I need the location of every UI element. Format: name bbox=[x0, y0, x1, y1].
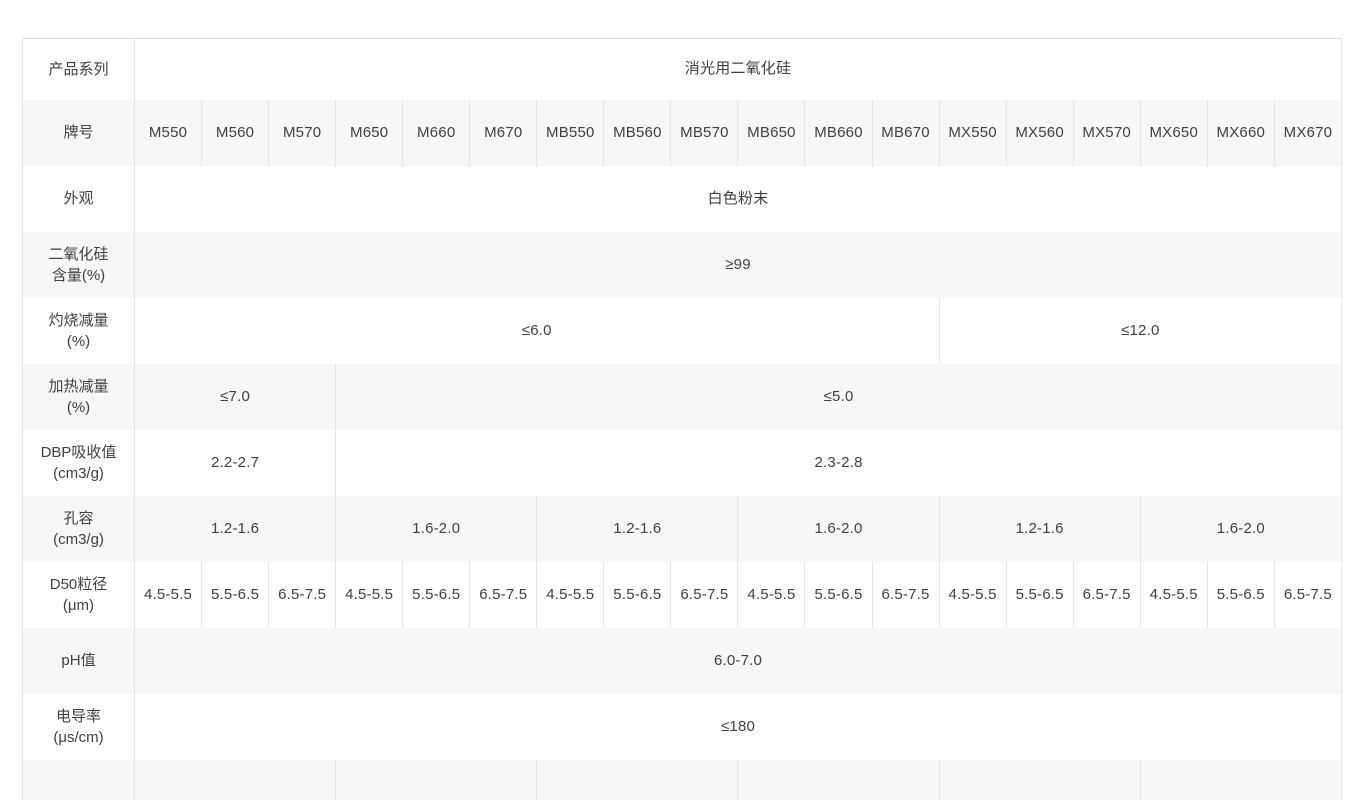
spec-row: 灼烧减量 (%)≤6.0≤12.0 bbox=[23, 298, 1342, 364]
spec-cell: 1.2-1.6 bbox=[537, 496, 738, 562]
spec-cell bbox=[537, 760, 738, 800]
grade-cell: MX670 bbox=[1274, 100, 1341, 166]
spec-cell: 6.5-7.5 bbox=[872, 562, 939, 628]
grade-cell: M550 bbox=[135, 100, 202, 166]
spec-row: 产品系列消光用二氧化硅 bbox=[23, 39, 1342, 100]
spec-cell bbox=[135, 760, 336, 800]
spec-row: 牌号M550M560M570M650M660M670MB550MB560MB57… bbox=[23, 100, 1342, 166]
grade-cell: MB650 bbox=[738, 100, 805, 166]
spec-row: pH值6.0-7.0 bbox=[23, 628, 1342, 694]
spec-row: 外观白色粉末 bbox=[23, 166, 1342, 232]
spec-cell: 5.5-6.5 bbox=[1207, 562, 1274, 628]
spec-cell: 1.6-2.0 bbox=[738, 496, 939, 562]
spec-cell: 5.5-6.5 bbox=[604, 562, 671, 628]
grade-cell: M560 bbox=[202, 100, 269, 166]
row-label: D50粒径 (μm) bbox=[23, 562, 135, 628]
spec-cell: 5.5-6.5 bbox=[1006, 562, 1073, 628]
spec-cell: 4.5-5.5 bbox=[537, 562, 604, 628]
grade-cell: MX660 bbox=[1207, 100, 1274, 166]
row-label bbox=[23, 760, 135, 800]
spec-cell: ≤180 bbox=[135, 694, 1342, 760]
spec-cell: ≤6.0 bbox=[135, 298, 940, 364]
spec-row: 孔容 (cm3/g)1.2-1.61.6-2.01.2-1.61.6-2.01.… bbox=[23, 496, 1342, 562]
spec-cell: 2.2-2.7 bbox=[135, 430, 336, 496]
spec-row: DBP吸收值 (cm3/g)2.2-2.72.3-2.8 bbox=[23, 430, 1342, 496]
spec-cell: ≤12.0 bbox=[939, 298, 1341, 364]
grade-cell: MX560 bbox=[1006, 100, 1073, 166]
grade-cell: M650 bbox=[336, 100, 403, 166]
spec-cell: 4.5-5.5 bbox=[336, 562, 403, 628]
spec-cell bbox=[1140, 760, 1341, 800]
spec-cell bbox=[939, 760, 1140, 800]
spec-cell: 2.3-2.8 bbox=[336, 430, 1342, 496]
grade-cell: M670 bbox=[470, 100, 537, 166]
spec-cell: 1.2-1.6 bbox=[939, 496, 1140, 562]
spec-cell: ≤5.0 bbox=[336, 364, 1342, 430]
row-label: 外观 bbox=[23, 166, 135, 232]
spec-cell: 5.5-6.5 bbox=[403, 562, 470, 628]
grade-cell: MB550 bbox=[537, 100, 604, 166]
spec-row bbox=[23, 760, 1342, 800]
spec-cell: 4.5-5.5 bbox=[135, 562, 202, 628]
grade-cell: MB560 bbox=[604, 100, 671, 166]
row-label: 二氧化硅 含量(%) bbox=[23, 232, 135, 298]
spec-cell: 6.5-7.5 bbox=[1073, 562, 1140, 628]
row-label: DBP吸收值 (cm3/g) bbox=[23, 430, 135, 496]
row-label: 加热减量 (%) bbox=[23, 364, 135, 430]
spec-row: 二氧化硅 含量(%)≥99 bbox=[23, 232, 1342, 298]
spec-row: 加热减量 (%)≤7.0≤5.0 bbox=[23, 364, 1342, 430]
spec-cell: 6.5-7.5 bbox=[269, 562, 336, 628]
spec-cell: 消光用二氧化硅 bbox=[135, 39, 1342, 100]
spec-cell: 6.5-7.5 bbox=[470, 562, 537, 628]
grade-cell: MB570 bbox=[671, 100, 738, 166]
spec-cell: 6.0-7.0 bbox=[135, 628, 1342, 694]
spec-cell: 4.5-5.5 bbox=[1140, 562, 1207, 628]
spec-cell: 4.5-5.5 bbox=[939, 562, 1006, 628]
spec-cell: 1.6-2.0 bbox=[336, 496, 537, 562]
spec-cell: 6.5-7.5 bbox=[1274, 562, 1341, 628]
spec-cell: 6.5-7.5 bbox=[671, 562, 738, 628]
grade-cell: M570 bbox=[269, 100, 336, 166]
spec-cell: 1.2-1.6 bbox=[135, 496, 336, 562]
row-label: 孔容 (cm3/g) bbox=[23, 496, 135, 562]
product-spec-table: 产品系列消光用二氧化硅牌号M550M560M570M650M660M670MB5… bbox=[22, 38, 1342, 800]
grade-cell: MB660 bbox=[805, 100, 872, 166]
grade-cell: M660 bbox=[403, 100, 470, 166]
row-label: 牌号 bbox=[23, 100, 135, 166]
grade-cell: MX550 bbox=[939, 100, 1006, 166]
row-label: 产品系列 bbox=[23, 39, 135, 100]
row-label: 灼烧减量 (%) bbox=[23, 298, 135, 364]
spec-cell bbox=[738, 760, 939, 800]
spec-cell: 5.5-6.5 bbox=[202, 562, 269, 628]
row-label: pH值 bbox=[23, 628, 135, 694]
spec-cell bbox=[336, 760, 537, 800]
page-background: { "colors": { "row_shade": "#f7f7f7", "b… bbox=[0, 0, 1366, 768]
spec-row: 电导率 (μs/cm)≤180 bbox=[23, 694, 1342, 760]
grade-cell: MX650 bbox=[1140, 100, 1207, 166]
spec-cell: ≤7.0 bbox=[135, 364, 336, 430]
spec-cell: 1.6-2.0 bbox=[1140, 496, 1341, 562]
grade-cell: MX570 bbox=[1073, 100, 1140, 166]
spec-row: D50粒径 (μm)4.5-5.55.5-6.56.5-7.54.5-5.55.… bbox=[23, 562, 1342, 628]
row-label: 电导率 (μs/cm) bbox=[23, 694, 135, 760]
spec-cell: ≥99 bbox=[135, 232, 1342, 298]
spec-cell: 4.5-5.5 bbox=[738, 562, 805, 628]
spec-cell: 白色粉末 bbox=[135, 166, 1342, 232]
spec-cell: 5.5-6.5 bbox=[805, 562, 872, 628]
grade-cell: MB670 bbox=[872, 100, 939, 166]
